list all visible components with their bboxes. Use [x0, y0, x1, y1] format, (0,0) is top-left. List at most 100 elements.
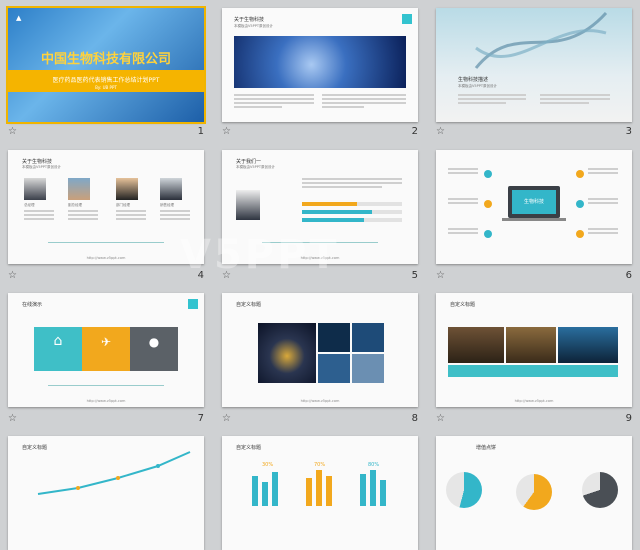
slide-number: 3 — [625, 126, 632, 137]
slide-subtitle: 本模板由V5PPT原创设计 — [22, 165, 61, 169]
member-role: 副总经理 — [68, 203, 82, 207]
body-text — [588, 168, 618, 176]
slide-thumbnail-9[interactable]: 自定义标题 http://www.v5ppt.com — [436, 293, 632, 407]
slide-author: By: UB PPT — [95, 85, 117, 90]
member-photo — [68, 178, 90, 200]
slide-title: 自定义标题 — [236, 445, 262, 451]
slide-title: 自定义标题 — [236, 302, 262, 308]
slide-title: 在线演示 — [22, 302, 43, 308]
divider — [262, 242, 378, 243]
slide-footer: http://www.v5ppt.com — [86, 256, 126, 260]
bulb-icon: ● — [148, 335, 160, 349]
logo-icon: ▲ — [16, 14, 22, 22]
home-tile: ⌂ — [34, 327, 82, 371]
bar — [252, 476, 258, 506]
circle-icon — [576, 170, 584, 178]
slide-number: 2 — [411, 126, 418, 137]
body-text — [302, 178, 402, 190]
slide-thumbnail-11[interactable]: 自定义标题 30% 70% 80% — [222, 436, 418, 550]
slide-title: 关于生物科技 — [234, 17, 265, 23]
bar — [326, 476, 332, 506]
rocket-icon: ✈ — [100, 335, 112, 349]
dna-image — [474, 11, 608, 69]
laptop-base — [502, 218, 566, 221]
image-tile — [318, 354, 350, 383]
star-icon[interactable]: ☆ — [436, 270, 445, 281]
home-icon: ⌂ — [53, 333, 63, 349]
slide-thumbnail-6[interactable]: 生物科技 — [436, 150, 632, 264]
slide-footer: http://www.v5ppt.com — [300, 399, 340, 403]
pie-chart — [516, 474, 552, 510]
slide-thumbnail-8[interactable]: 自定义标题 http://www.v5ppt.com — [222, 293, 418, 407]
bar — [370, 470, 376, 506]
member-role: 部门经理 — [116, 203, 130, 207]
star-icon[interactable]: ☆ — [436, 126, 445, 137]
slide-subtitle: 本模板由V5PPT原创设计 — [236, 165, 275, 169]
star-icon[interactable]: ☆ — [8, 413, 17, 424]
body-text — [68, 210, 98, 222]
star-icon[interactable]: ☆ — [222, 270, 231, 281]
body-text — [448, 168, 478, 176]
slide-thumbnail-7[interactable]: 在线演示 ⌂ ✈ ● http://www.v5ppt.com — [8, 293, 204, 407]
slide-title: 关于生物科技 — [22, 159, 53, 165]
star-icon[interactable]: ☆ — [222, 126, 231, 137]
slide-number: 6 — [625, 270, 632, 281]
circle-icon — [484, 230, 492, 238]
bar — [262, 482, 268, 506]
slide-number: 1 — [197, 126, 204, 137]
body-text — [448, 228, 478, 236]
image-tile — [448, 327, 504, 363]
body-text — [448, 198, 478, 206]
body-text — [24, 210, 54, 222]
percent-label: 80% — [368, 462, 380, 468]
circle-icon — [484, 200, 492, 208]
slide-thumbnail-4[interactable]: 关于生物科技 本模板由V5PPT原创设计 总经理 副总经理 部门经理 销售经理 … — [8, 150, 204, 264]
slide-thumbnail-10[interactable]: 自定义标题 — [8, 436, 204, 550]
image-tile — [352, 354, 384, 383]
member-role: 销售经理 — [160, 203, 174, 207]
slide-footer: http://www.v5ppt.com — [300, 256, 340, 260]
rocket-tile: ✈ — [82, 327, 130, 371]
slide-thumbnail-5[interactable]: 关于我们一 本模板由V5PPT原创设计 http://www.v5ppt.com — [222, 150, 418, 264]
member-photo — [160, 178, 182, 200]
slide-thumbnail-2[interactable]: 关于生物科技 本模板由V5PPT原创设计 — [222, 8, 418, 122]
body-text — [458, 94, 526, 106]
slide-thumbnail-12[interactable]: 增值点饼 — [436, 436, 632, 550]
slide-thumbnail-3[interactable]: 生物科技描述 本模板由V5PPT原创设计 — [436, 8, 632, 122]
laptop-label: 生物科技 — [523, 199, 544, 205]
star-icon[interactable]: ☆ — [8, 126, 17, 137]
star-icon[interactable]: ☆ — [436, 413, 445, 424]
bar — [316, 470, 322, 506]
profile-photo — [236, 190, 260, 220]
circle-icon — [484, 170, 492, 178]
bar — [360, 474, 366, 506]
slide-title: 关于我们一 — [236, 159, 262, 165]
bar — [272, 472, 278, 506]
pie-chart — [582, 472, 618, 508]
bulb-tile: ● — [130, 327, 178, 371]
image-tile — [258, 323, 316, 383]
teal-band — [448, 365, 618, 377]
body-text — [540, 94, 610, 106]
star-icon[interactable]: ☆ — [8, 270, 17, 281]
slide-title: 中国生物科技有限公司 — [40, 52, 171, 67]
hero-image — [234, 36, 406, 88]
star-icon[interactable]: ☆ — [222, 413, 231, 424]
circle-icon — [576, 230, 584, 238]
slide-number: 9 — [625, 413, 632, 424]
bar — [306, 478, 312, 506]
slide-subtitle: 本模板由V5PPT原创设计 — [458, 84, 497, 88]
body-text — [116, 210, 146, 222]
slide-number: 5 — [411, 270, 418, 281]
slide-title: 生物科技描述 — [458, 77, 489, 83]
slide-title: 增值点饼 — [476, 445, 497, 451]
image-tile — [352, 323, 384, 352]
body-text — [322, 94, 406, 110]
image-tile — [506, 327, 556, 363]
bar — [380, 480, 386, 506]
progress-bar-2 — [302, 210, 402, 214]
accent-square — [188, 299, 198, 309]
slide-number: 4 — [197, 270, 204, 281]
slide-footer: http://www.v5ppt.com — [86, 399, 126, 403]
slide-thumbnail-1[interactable]: 中国生物科技有限公司 医疗药品医药代表销售工作总结计划PPT By: UB PP… — [6, 6, 206, 124]
